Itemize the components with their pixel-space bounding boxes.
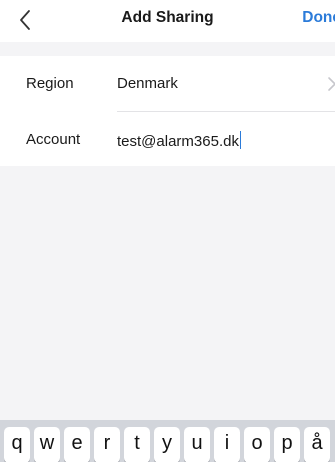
- key-r[interactable]: r: [94, 427, 120, 462]
- key-w[interactable]: w: [34, 427, 60, 462]
- region-label: Region: [26, 75, 74, 92]
- key-i[interactable]: i: [214, 427, 240, 462]
- key-y[interactable]: y: [154, 427, 180, 462]
- sharing-form: Region Denmark Account test@alarm365.dk: [0, 56, 335, 166]
- text-cursor: [239, 131, 242, 149]
- empty-content-area: [0, 166, 335, 420]
- account-label: Account: [26, 131, 81, 148]
- key-e[interactable]: e: [64, 427, 90, 462]
- key-aa[interactable]: å: [304, 427, 330, 462]
- key-t[interactable]: t: [124, 427, 150, 462]
- key-p[interactable]: p: [274, 427, 300, 462]
- account-input-text: test@alarm365.dk: [117, 133, 239, 150]
- chevron-right-icon: [328, 77, 335, 91]
- keyboard: q w e r t y u i o p å: [0, 420, 335, 462]
- section-spacer: [0, 42, 335, 56]
- navigation-bar: Add Sharing Done: [0, 0, 335, 42]
- account-input[interactable]: test@alarm365.dk: [117, 131, 242, 150]
- page-title: Add Sharing: [121, 9, 214, 26]
- region-value: Denmark: [117, 75, 178, 92]
- key-q[interactable]: q: [4, 427, 30, 462]
- done-button[interactable]: Done: [302, 9, 335, 27]
- key-u[interactable]: u: [184, 427, 210, 462]
- account-row: Account test@alarm365.dk: [0, 112, 335, 166]
- key-o[interactable]: o: [244, 427, 270, 462]
- region-row[interactable]: Region Denmark: [0, 56, 335, 112]
